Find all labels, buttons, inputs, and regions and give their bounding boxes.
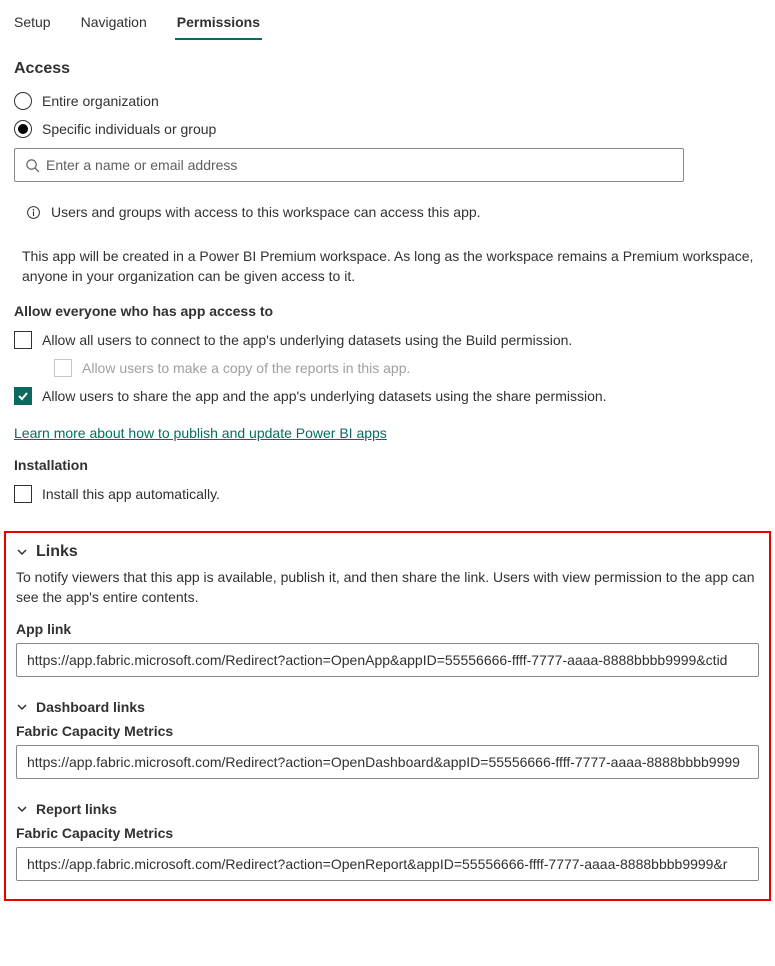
cb-build[interactable] [14,331,32,349]
links-collapse[interactable]: Links [16,543,759,561]
access-section: Access Entire organization Specific indi… [0,40,775,230]
tabs-bar: Setup Navigation Permissions [0,0,775,40]
links-section: Links To notify viewers that this app is… [4,531,771,902]
dashboard-link-input[interactable] [16,745,759,779]
radio-specific-label: Specific individuals or group [42,121,216,137]
cb-share-row[interactable]: Allow users to share the app and the app… [14,387,761,405]
links-heading: Links [36,543,78,561]
chevron-down-icon [16,803,28,815]
installation-heading: Installation [0,449,775,479]
radio-entire-org[interactable] [14,92,32,110]
info-icon [26,205,41,220]
tab-navigation[interactable]: Navigation [79,8,149,40]
report-links-heading: Report links [36,801,117,817]
chevron-down-icon [16,546,28,558]
report-links-collapse[interactable]: Report links [16,801,759,817]
workspace-access-info: Users and groups with access to this wor… [14,192,761,226]
cb-copy-row: Allow users to make a copy of the report… [14,359,761,377]
tab-permissions[interactable]: Permissions [175,8,262,40]
chevron-down-icon [16,701,28,713]
dashboard-links-collapse[interactable]: Dashboard links [16,699,759,715]
learn-more-link[interactable]: Learn more about how to publish and upda… [0,417,401,449]
app-link-input[interactable] [16,643,759,677]
cb-share[interactable] [14,387,32,405]
workspace-access-info-text: Users and groups with access to this wor… [51,204,481,220]
cb-build-row[interactable]: Allow all users to connect to the app's … [14,331,761,349]
report-link-input[interactable] [16,847,759,881]
dashboard-links-heading: Dashboard links [36,699,145,715]
tab-setup[interactable]: Setup [12,8,53,40]
allow-heading: Allow everyone who has app access to [0,295,775,325]
report-link-label: Fabric Capacity Metrics [16,825,759,841]
cb-build-label: Allow all users to connect to the app's … [42,332,572,348]
radio-entire-org-row[interactable]: Entire organization [14,92,761,110]
cb-share-label: Allow users to share the app and the app… [42,388,607,404]
people-search-wrap[interactable] [14,148,684,182]
cb-install-auto-row[interactable]: Install this app automatically. [14,485,761,503]
cb-install-auto-label: Install this app automatically. [42,486,220,502]
search-icon [25,158,40,173]
radio-specific-row[interactable]: Specific individuals or group [14,120,761,138]
access-heading: Access [14,60,761,78]
dashboard-link-label: Fabric Capacity Metrics [16,723,759,739]
radio-specific[interactable] [14,120,32,138]
links-desc: To notify viewers that this app is avail… [16,567,759,608]
people-search-input[interactable] [40,155,673,175]
cb-install-auto[interactable] [14,485,32,503]
app-link-label: App link [16,621,759,637]
cb-copy-label: Allow users to make a copy of the report… [82,360,410,376]
radio-entire-org-label: Entire organization [42,93,159,109]
cb-copy [54,359,72,377]
premium-note: This app will be created in a Power BI P… [0,230,775,295]
